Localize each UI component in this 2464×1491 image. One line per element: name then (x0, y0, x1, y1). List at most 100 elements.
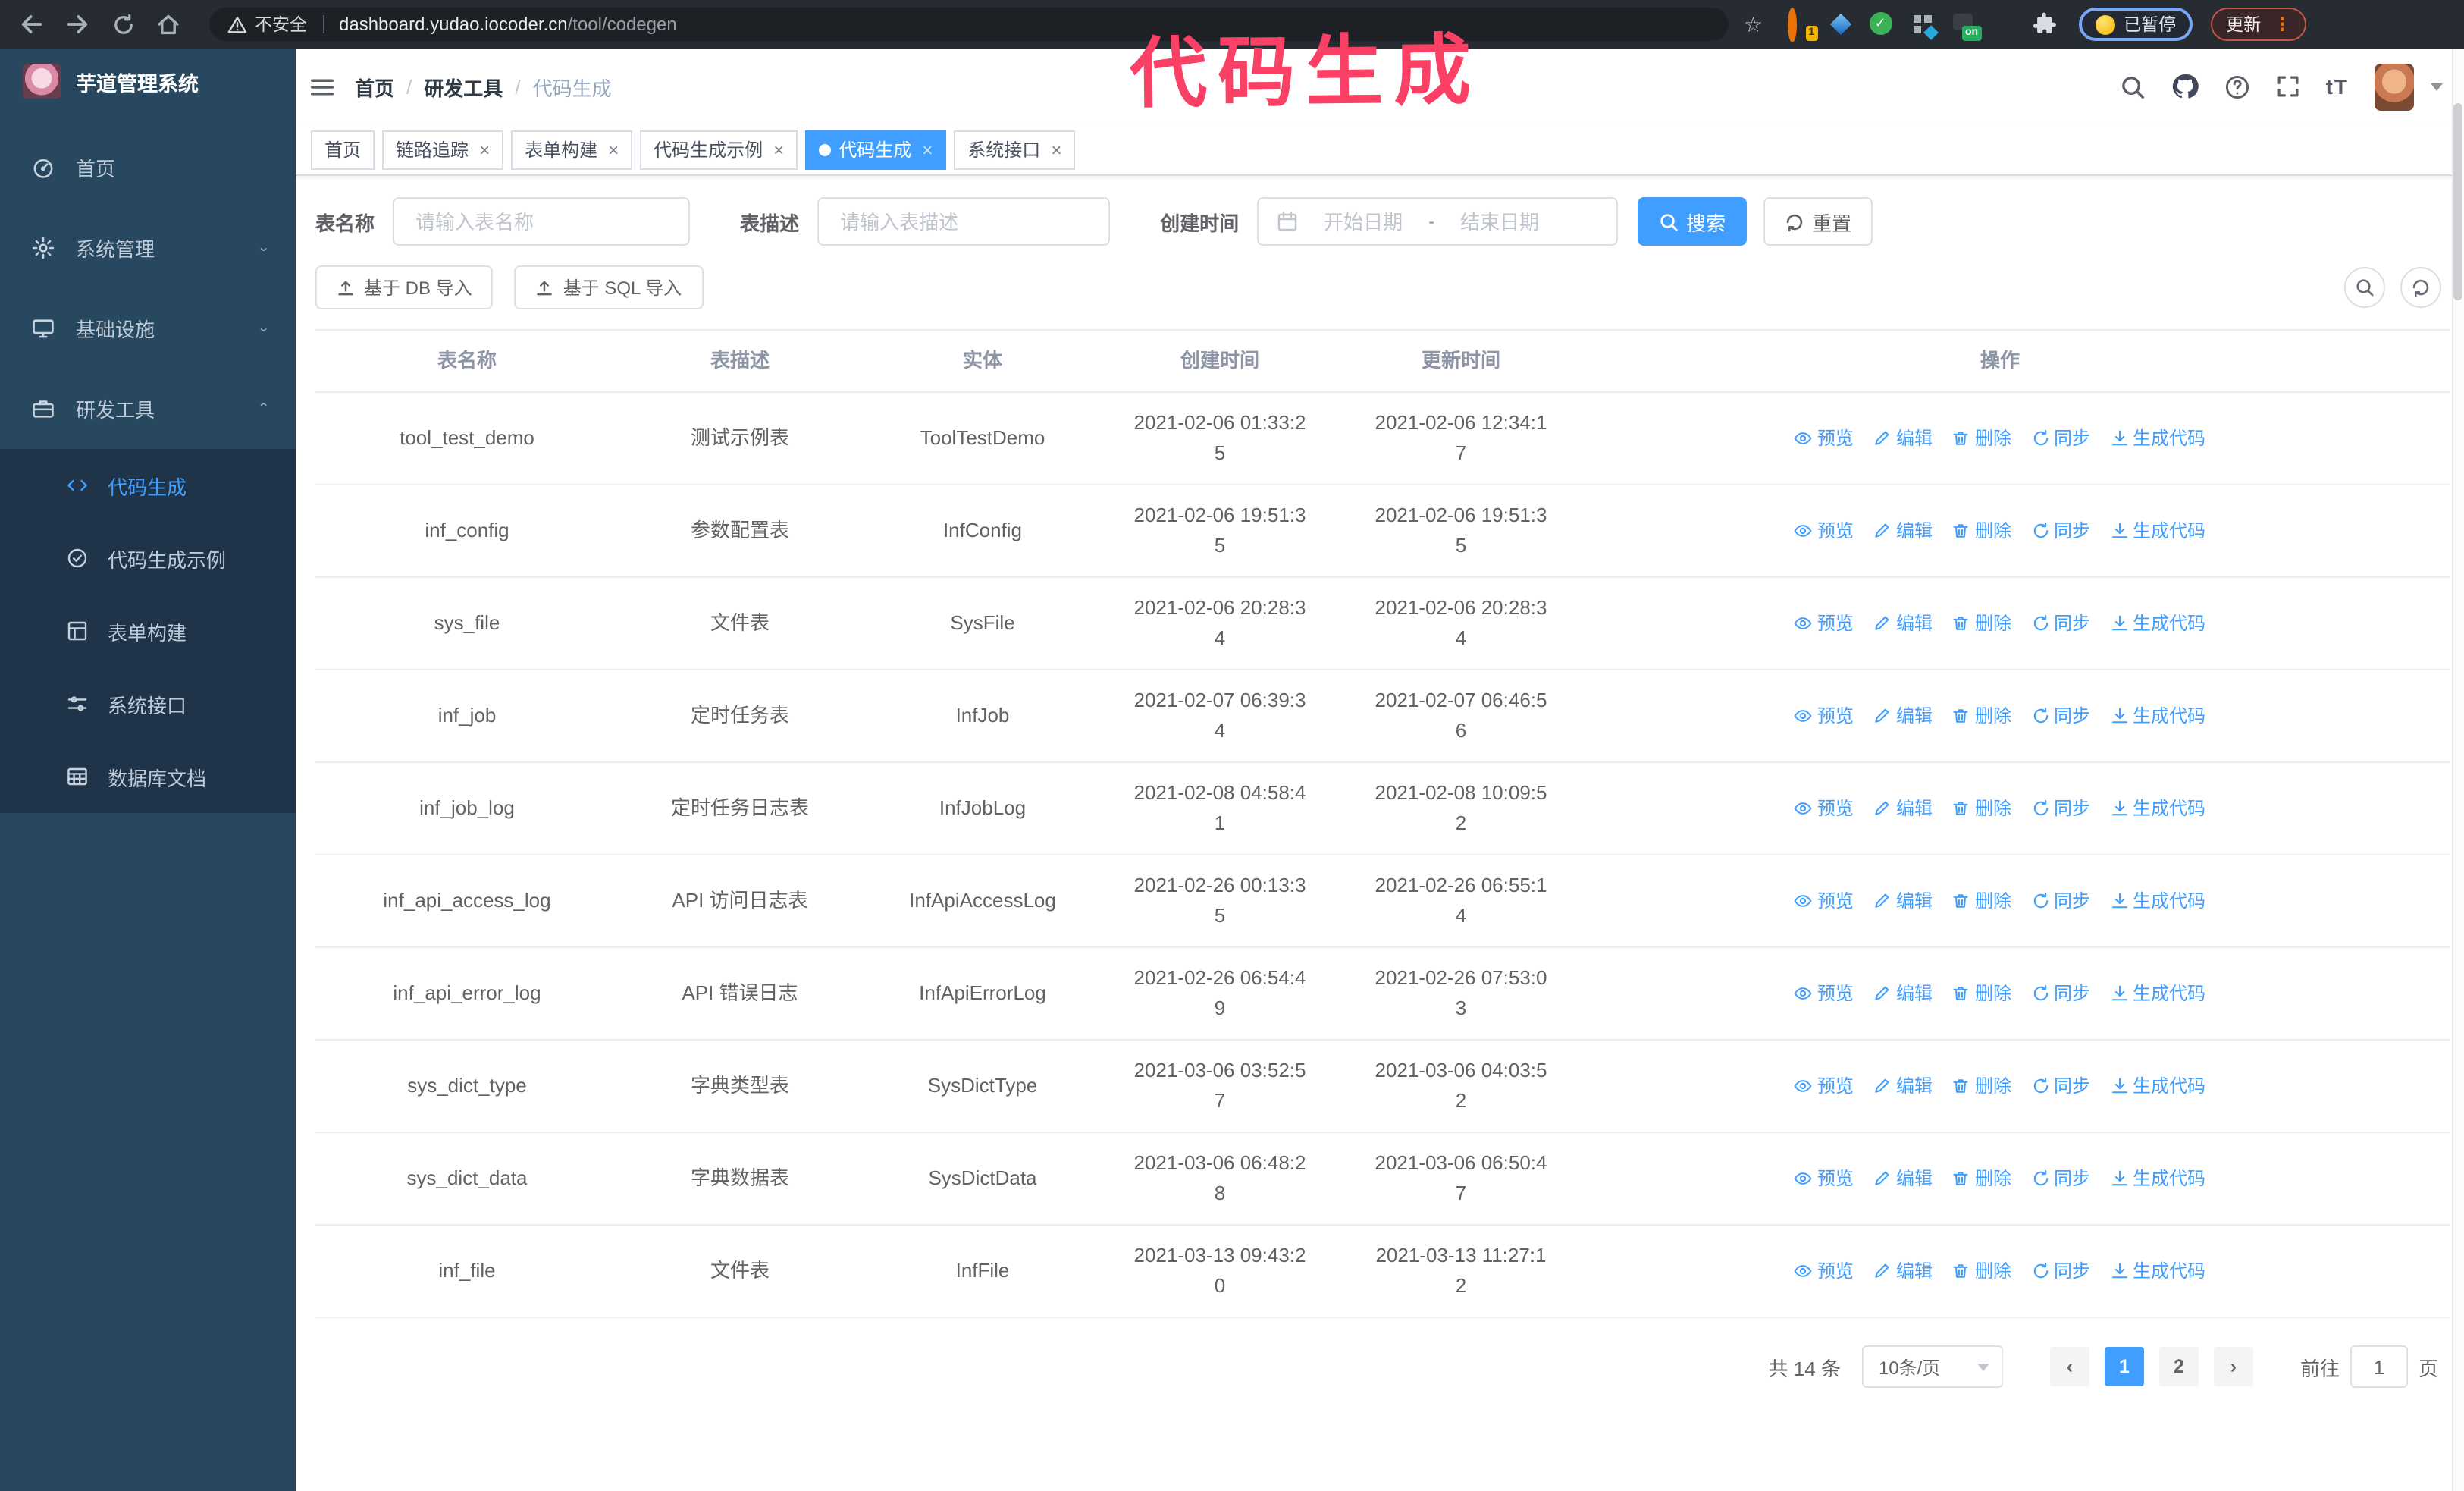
preview-link[interactable]: 预览 (1795, 1256, 1854, 1286)
breadcrumb-item[interactable]: 代码生成 (533, 72, 612, 101)
sync-link[interactable]: 同步 (2031, 1256, 2090, 1286)
address-bar[interactable]: 不安全 dashboard.yudao.iocoder.cn/tool/code… (209, 8, 1729, 41)
tab-代码生成[interactable]: 代码生成 × (805, 130, 947, 169)
generate-code-link[interactable]: 生成代码 (2110, 1256, 2205, 1286)
preview-link[interactable]: 预览 (1795, 516, 1854, 546)
delete-link[interactable]: 删除 (1952, 516, 2011, 546)
preview-link[interactable]: 预览 (1795, 793, 1854, 824)
user-avatar[interactable] (2375, 63, 2414, 110)
tab-表单构建[interactable]: 表单构建 × (511, 130, 633, 169)
extension-icon-green-man[interactable] (1992, 12, 2016, 36)
delete-link[interactable]: 删除 (1952, 886, 2011, 916)
table-desc-input[interactable] (817, 197, 1111, 246)
reload-icon[interactable] (106, 8, 140, 41)
edit-link[interactable]: 编辑 (1873, 701, 1933, 731)
edit-link[interactable]: 编辑 (1873, 886, 1933, 916)
import-sql-button[interactable]: 基于 SQL 导入 (514, 265, 704, 309)
preview-link[interactable]: 预览 (1795, 1071, 1854, 1101)
goto-page-input[interactable] (2350, 1345, 2408, 1388)
sidebar-item-系统管理[interactable]: 系统管理 ⌄ (0, 208, 296, 288)
avatar-caret-icon[interactable] (2431, 83, 2443, 90)
close-tab-icon[interactable]: × (773, 140, 784, 159)
close-tab-icon[interactable]: × (922, 140, 933, 159)
close-tab-icon[interactable]: × (608, 140, 619, 159)
delete-link[interactable]: 删除 (1952, 978, 2011, 1009)
sidebar-logo[interactable]: 芋道管理系统 (0, 49, 296, 114)
extension-icon-grid[interactable] (1910, 12, 1939, 40)
generate-code-link[interactable]: 生成代码 (2110, 793, 2205, 824)
breadcrumb-item[interactable]: 研发工具 (424, 72, 503, 101)
edit-link[interactable]: 编辑 (1873, 1071, 1933, 1101)
help-icon[interactable] (2224, 74, 2250, 99)
sync-link[interactable]: 同步 (2031, 793, 2090, 824)
breadcrumb-item[interactable]: 首页 (355, 72, 394, 101)
sync-link[interactable]: 同步 (2031, 978, 2090, 1009)
profile-paused-badge[interactable]: 已暂停 (2078, 8, 2193, 41)
sync-link[interactable]: 同步 (2031, 608, 2090, 639)
preview-link[interactable]: 预览 (1795, 701, 1854, 731)
tab-代码生成示例[interactable]: 代码生成示例 × (640, 130, 798, 169)
edit-link[interactable]: 编辑 (1873, 1256, 1933, 1286)
edit-link[interactable]: 编辑 (1873, 423, 1933, 454)
page-number-1[interactable]: 1 (2104, 1347, 2144, 1386)
extension-icon-dark-on[interactable]: on (1951, 12, 1982, 41)
toggle-search-button[interactable] (2344, 267, 2385, 308)
tab-系统接口[interactable]: 系统接口 × (954, 130, 1076, 169)
browser-update-button[interactable]: 更新 ⋮ (2211, 8, 2307, 41)
generate-code-link[interactable]: 生成代码 (2110, 886, 2205, 916)
preview-link[interactable]: 预览 (1795, 886, 1854, 916)
hamburger-icon[interactable] (309, 74, 335, 99)
bookmark-star-icon[interactable]: ☆ (1744, 11, 1763, 37)
tab-首页[interactable]: 首页 (311, 130, 375, 169)
page-size-select[interactable]: 10条/页 (1861, 1345, 2003, 1388)
sync-link[interactable]: 同步 (2031, 423, 2090, 454)
close-tab-icon[interactable]: × (479, 140, 490, 159)
date-range-picker[interactable]: - (1257, 197, 1619, 246)
sync-link[interactable]: 同步 (2031, 1071, 2090, 1101)
delete-link[interactable]: 删除 (1952, 1071, 2011, 1101)
delete-link[interactable]: 删除 (1952, 1256, 2011, 1286)
sync-link[interactable]: 同步 (2031, 1163, 2090, 1194)
preview-link[interactable]: 预览 (1795, 423, 1854, 454)
sidebar-item-首页[interactable]: 首页 (0, 127, 296, 208)
sync-link[interactable]: 同步 (2031, 886, 2090, 916)
delete-link[interactable]: 删除 (1952, 701, 2011, 731)
delete-link[interactable]: 删除 (1952, 423, 2011, 454)
security-warning[interactable]: 不安全 (227, 12, 307, 36)
refresh-table-button[interactable] (2400, 267, 2441, 308)
header-search-icon[interactable] (2120, 74, 2146, 99)
search-button[interactable]: 搜索 (1638, 197, 1748, 246)
scrollbar-thumb[interactable] (2453, 103, 2462, 300)
edit-link[interactable]: 编辑 (1873, 978, 1933, 1009)
reset-button[interactable]: 重置 (1763, 197, 1873, 246)
preview-link[interactable]: 预览 (1795, 978, 1854, 1009)
generate-code-link[interactable]: 生成代码 (2110, 1071, 2205, 1101)
next-page-button[interactable]: › (2213, 1347, 2253, 1386)
preview-link[interactable]: 预览 (1795, 1163, 1854, 1194)
edit-link[interactable]: 编辑 (1873, 608, 1933, 639)
delete-link[interactable]: 删除 (1952, 608, 2011, 639)
generate-code-link[interactable]: 生成代码 (2110, 1163, 2205, 1194)
extension-icon-gem[interactable] (1828, 12, 1852, 36)
sidebar-subitem-数据库文档[interactable]: 数据库文档 (0, 740, 296, 813)
sidebar-subitem-代码生成示例[interactable]: 代码生成示例 (0, 522, 296, 595)
sidebar-item-研发工具[interactable]: 研发工具 ⌃ (0, 369, 296, 449)
extension-icon-green-check[interactable]: ✓ (1869, 12, 1893, 36)
extension-icon-orange[interactable]: 1 (1787, 8, 1818, 42)
generate-code-link[interactable]: 生成代码 (2110, 701, 2205, 731)
delete-link[interactable]: 删除 (1952, 793, 2011, 824)
edit-link[interactable]: 编辑 (1873, 1163, 1933, 1194)
sidebar-subitem-系统接口[interactable]: 系统接口 (0, 667, 296, 740)
github-icon[interactable] (2171, 73, 2199, 100)
scrollbar[interactable] (2452, 49, 2464, 1491)
prev-page-button[interactable]: ‹ (2049, 1347, 2089, 1386)
delete-link[interactable]: 删除 (1952, 1163, 2011, 1194)
forward-icon[interactable] (61, 8, 94, 41)
browser-menu-icon[interactable]: ⋮ (2273, 14, 2291, 35)
generate-code-link[interactable]: 生成代码 (2110, 516, 2205, 546)
edit-link[interactable]: 编辑 (1873, 793, 1933, 824)
preview-link[interactable]: 预览 (1795, 608, 1854, 639)
generate-code-link[interactable]: 生成代码 (2110, 978, 2205, 1009)
home-icon[interactable] (152, 8, 185, 41)
page-number-2[interactable]: 2 (2158, 1347, 2199, 1386)
